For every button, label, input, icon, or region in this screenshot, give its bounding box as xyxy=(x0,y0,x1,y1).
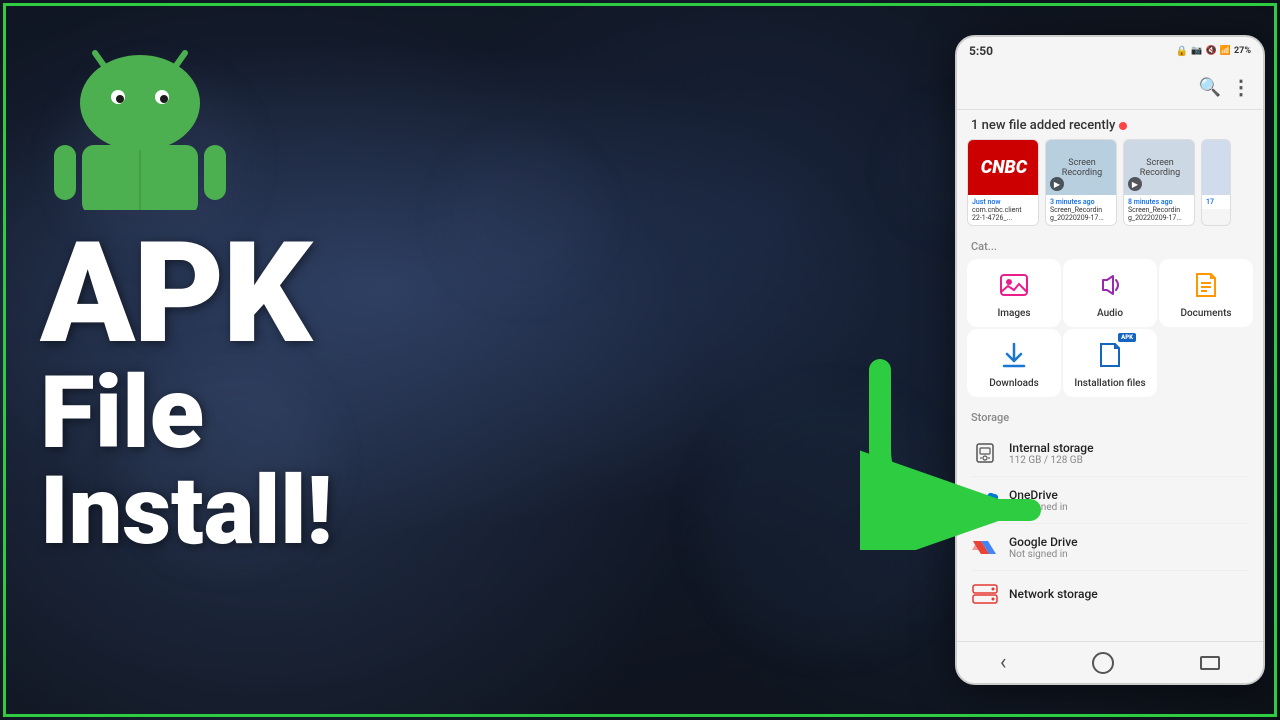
file-info-screen2: 8 minutes ago Screen_Recordin g_20220209… xyxy=(1124,195,1194,225)
mute-icon: 🔇 xyxy=(1206,46,1217,56)
file-time-screen1: 3 minutes ago xyxy=(1050,198,1112,206)
signal-icon: 📶 xyxy=(1220,46,1231,56)
file-name-screen1: Screen_Recordin xyxy=(1050,206,1112,214)
main-title-file: File xyxy=(40,364,620,464)
categories-label: Cat... xyxy=(957,236,1263,259)
green-arrow-icon xyxy=(860,350,1080,554)
file-name-screen2: Screen_Recordin xyxy=(1128,206,1190,214)
file-name-screen2b: g_20220209-17... xyxy=(1128,214,1190,222)
battery-text: 27% xyxy=(1234,46,1251,56)
file-thumb-screen3-img xyxy=(1202,140,1231,195)
status-bar: 5:50 🔒 📷 🔇 📶 27% xyxy=(957,37,1263,65)
installation-icon: APK xyxy=(1092,337,1128,373)
file-name-cnbc: com.cnbc.client xyxy=(972,206,1034,214)
nav-recents-button[interactable] xyxy=(1200,656,1220,670)
lock-icon: 🔒 xyxy=(1176,46,1188,57)
main-title-apk: APK xyxy=(40,224,620,364)
images-label: Images xyxy=(997,308,1030,319)
file-thumb-screen3[interactable]: 17 xyxy=(1201,139,1231,226)
nav-bar: ‹ xyxy=(957,641,1263,683)
file-thumb-screen2-img: Screen Recording ▶ xyxy=(1124,140,1195,195)
app-header: 🔍 ⋮ xyxy=(957,65,1263,110)
file-info-cnbc: Just now com.cnbc.client 22-1-4726_... xyxy=(968,195,1038,225)
file-time-screen2: 8 minutes ago xyxy=(1128,198,1190,206)
file-thumb-cnbc[interactable]: CNBC Just now com.cnbc.client 22-1-4726_… xyxy=(967,139,1039,226)
documents-label: Documents xyxy=(1180,308,1231,319)
main-title-install: Install! xyxy=(40,464,620,559)
network-storage-info: Network storage xyxy=(1009,587,1098,601)
category-documents[interactable]: Documents xyxy=(1159,259,1253,327)
file-info-screen3: 17 xyxy=(1202,195,1230,209)
left-panel: APK File Install! xyxy=(40,30,620,559)
file-thumb-screen1[interactable]: Screen Recording ▶ 3 minutes ago Screen_… xyxy=(1045,139,1117,226)
android-logo-icon xyxy=(40,30,240,210)
status-time: 5:50 xyxy=(969,44,993,58)
new-file-banner: 1 new file added recently xyxy=(957,110,1263,139)
file-name-screen1b: g_20220209-17... xyxy=(1050,214,1112,222)
file-time-screen3: 17 xyxy=(1206,198,1226,206)
more-options-icon[interactable]: ⋮ xyxy=(1231,75,1251,99)
file-thumb-screen2[interactable]: Screen Recording ▶ 8 minutes ago Screen_… xyxy=(1123,139,1195,226)
status-icons: 🔒 📷 🔇 📶 27% xyxy=(1176,46,1251,57)
new-file-text: 1 new file added recently xyxy=(971,118,1115,133)
notification-dot xyxy=(1119,122,1127,130)
recent-files-row: CNBC Just now com.cnbc.client 22-1-4726_… xyxy=(957,139,1263,236)
camera-icon: 📷 xyxy=(1191,46,1202,56)
file-time-cnbc: Just now xyxy=(972,198,1034,206)
file-name-cnbc2: 22-1-4726_... xyxy=(972,214,1034,222)
category-audio[interactable]: Audio xyxy=(1063,259,1157,327)
audio-label: Audio xyxy=(1097,308,1123,319)
network-storage-name: Network storage xyxy=(1009,587,1098,601)
play-icon-2: ▶ xyxy=(1128,177,1142,191)
documents-icon xyxy=(1188,267,1224,303)
installation-label: Installation files xyxy=(1074,378,1145,389)
file-thumb-cnbc-img: CNBC xyxy=(968,140,1039,195)
apk-badge: APK xyxy=(1118,333,1136,342)
audio-icon xyxy=(1092,267,1128,303)
play-icon-1: ▶ xyxy=(1050,177,1064,191)
network-storage-icon xyxy=(971,580,999,608)
nav-back-button[interactable]: ‹ xyxy=(1000,650,1007,675)
search-icon[interactable]: 🔍 xyxy=(1199,77,1221,98)
file-info-screen1: 3 minutes ago Screen_Recordin g_20220209… xyxy=(1046,195,1116,225)
category-images[interactable]: Images xyxy=(967,259,1061,327)
storage-network[interactable]: Network storage xyxy=(971,571,1249,617)
file-thumb-screen1-img: Screen Recording ▶ xyxy=(1046,140,1117,195)
nav-home-button[interactable] xyxy=(1092,652,1114,674)
images-icon xyxy=(996,267,1032,303)
